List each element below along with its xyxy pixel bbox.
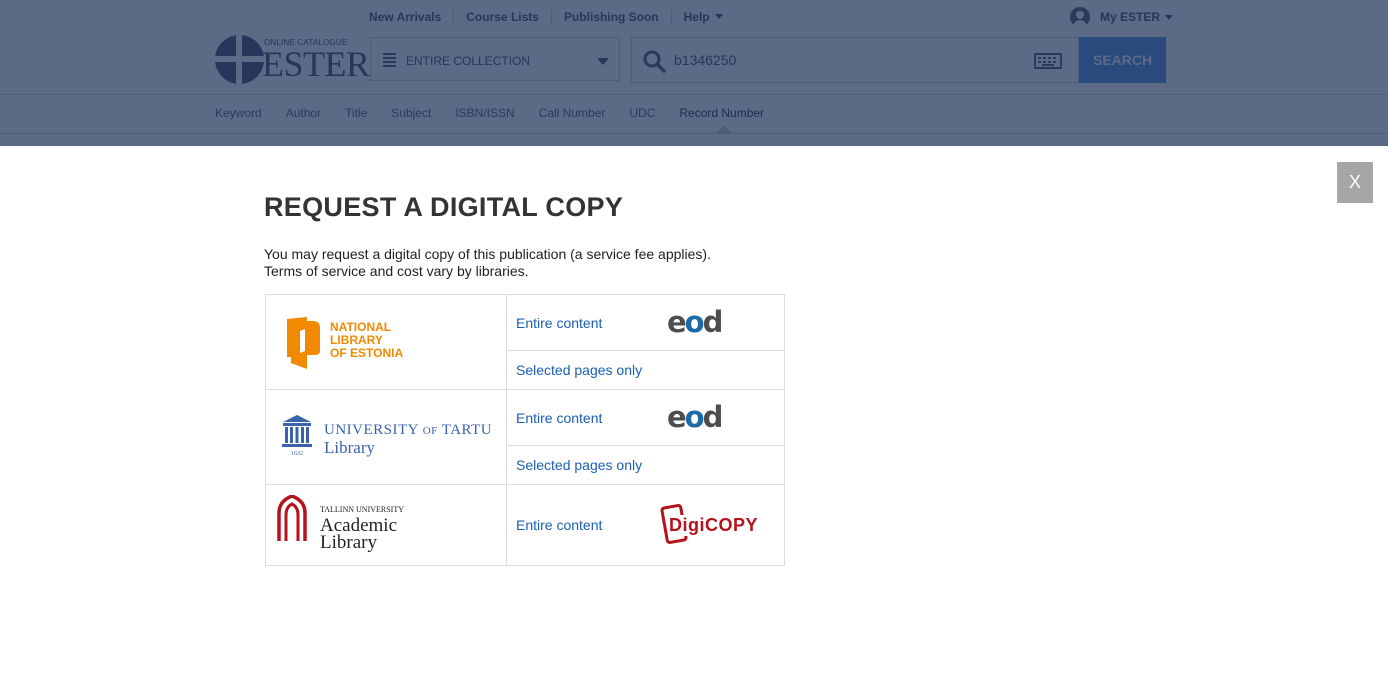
nav-new-arrivals[interactable]: New Arrivals (369, 9, 453, 25)
nle-selected-pages-cell: Selected pages only (506, 350, 785, 390)
table-row: NATIONAL LIBRARY OF ESTONIA Entire conte… (265, 294, 785, 390)
search-type-keyword[interactable]: Keyword (215, 106, 262, 120)
nav-publishing-soon[interactable]: Publishing Soon (550, 9, 671, 25)
search-input[interactable]: b1346250 (631, 37, 1079, 83)
tartu-entire-content-link[interactable]: Entire content (516, 410, 602, 426)
tartu-selected-pages-link[interactable]: Selected pages only (516, 457, 642, 473)
logo-title: ESTER (262, 44, 370, 84)
search-type-bar: Keyword Author Title Subject ISBN/ISSN C… (0, 94, 1388, 134)
search-icon (643, 50, 666, 73)
top-navigation: New Arrivals Course Lists Publishing Soo… (369, 9, 735, 25)
keyboard-icon[interactable] (1034, 53, 1062, 69)
nav-help-label: Help (683, 10, 710, 24)
tallinn-arch-icon (277, 495, 307, 541)
nle-selected-pages-link[interactable]: Selected pages only (516, 362, 642, 378)
eod-logo: eod (667, 305, 723, 339)
tartu-logo-line-2: Library (324, 438, 375, 457)
nle-entire-content-cell: Entire content eod (506, 294, 785, 351)
ester-logo-mark (215, 35, 264, 84)
search-type-isbn-issn[interactable]: ISBN/ISSN (455, 106, 514, 120)
library-options-table: NATIONAL LIBRARY OF ESTONIA Entire conte… (265, 294, 785, 566)
nle-logo-cell: NATIONAL LIBRARY OF ESTONIA (265, 294, 507, 390)
tallinn-logo-line-2: Library (320, 532, 377, 553)
digicopy-label: DigiCOPY (669, 515, 759, 536)
my-ester-label: My ESTER (1100, 10, 1161, 24)
search-type-record-number[interactable]: Record Number (679, 106, 764, 120)
tallinn-logo-cell: TALLINN UNIVERSITY Academic Library (265, 484, 507, 566)
collection-select-value: ENTIRE COLLECTION (406, 54, 531, 68)
header-top: New Arrivals Course Lists Publishing Soo… (0, 0, 1388, 94)
intro-line-2: Terms of service and cost vary by librar… (264, 263, 529, 279)
ester-logo[interactable]: ONLINE CATALOGUE ESTER (215, 35, 370, 85)
tallinn-logo-small-text: TALLINN UNIVERSITY (320, 505, 405, 514)
nle-door-icon (287, 317, 320, 369)
tartu-logo-line-1: UNIVERSITY OF TARTU (324, 422, 492, 439)
tallinn-entire-content-link[interactable]: Entire content (516, 517, 602, 533)
tallinn-entire-content-cell: Entire content DigiCOPY (506, 484, 785, 566)
nle-logo-line-3: OF ESTONIA (330, 346, 404, 360)
nav-help[interactable]: Help (670, 9, 735, 25)
site-header: New Arrivals Course Lists Publishing Soo… (0, 0, 1388, 146)
tartu-logo-word-of: OF (422, 425, 438, 437)
nav-course-lists[interactable]: Course Lists (453, 9, 551, 25)
tartu-building-icon: 1632 (282, 415, 312, 456)
dropdown-arrow-icon (597, 58, 609, 65)
search-type-tabs: Keyword Author Title Subject ISBN/ISSN C… (215, 106, 788, 120)
search-type-title[interactable]: Title (345, 106, 367, 120)
search-button[interactable]: SEARCH (1079, 37, 1166, 83)
search-type-author[interactable]: Author (286, 106, 321, 120)
eod-logo: eod (667, 400, 723, 434)
list-icon (383, 53, 396, 69)
tartu-selected-pages-cell: Selected pages only (506, 445, 785, 485)
nle-logo-text: NATIONAL LIBRARY OF ESTONIA (330, 321, 403, 360)
collection-select[interactable]: ENTIRE COLLECTION (370, 37, 620, 81)
digicopy-logo: DigiCOPY (659, 503, 763, 545)
modal-title: REQUEST A DIGITAL COPY (264, 192, 624, 222)
tartu-logo-cell: 1632 UNIVERSITY OF TARTU Library (265, 389, 507, 485)
intro-line-1: You may request a digital copy of this p… (264, 246, 711, 262)
tartu-logo-word-university: UNIVERSITY (324, 422, 419, 438)
user-avatar-icon (1070, 7, 1090, 27)
chevron-down-icon (714, 14, 723, 19)
close-button[interactable]: X (1337, 162, 1373, 203)
active-tab-indicator (716, 125, 732, 133)
search-type-udc[interactable]: UDC (629, 106, 655, 120)
search-input-value: b1346250 (674, 52, 737, 68)
tartu-logo-year: 1632 (291, 451, 303, 456)
search-type-call-number[interactable]: Call Number (539, 106, 606, 120)
search-type-subject[interactable]: Subject (391, 106, 431, 120)
table-row: 1632 UNIVERSITY OF TARTU Library Entire … (265, 389, 785, 485)
my-ester-menu[interactable]: My ESTER (1070, 7, 1174, 27)
tartu-logo-word-tartu: TARTU (441, 422, 493, 438)
nle-entire-content-link[interactable]: Entire content (516, 315, 602, 331)
chevron-down-icon (1165, 14, 1174, 20)
table-row: TALLINN UNIVERSITY Academic Library Enti… (265, 484, 785, 566)
tartu-entire-content-cell: Entire content eod (506, 389, 785, 446)
tallinn-logo-text: Academic Library (320, 516, 397, 553)
modal-intro: You may request a digital copy of this p… (264, 246, 711, 280)
